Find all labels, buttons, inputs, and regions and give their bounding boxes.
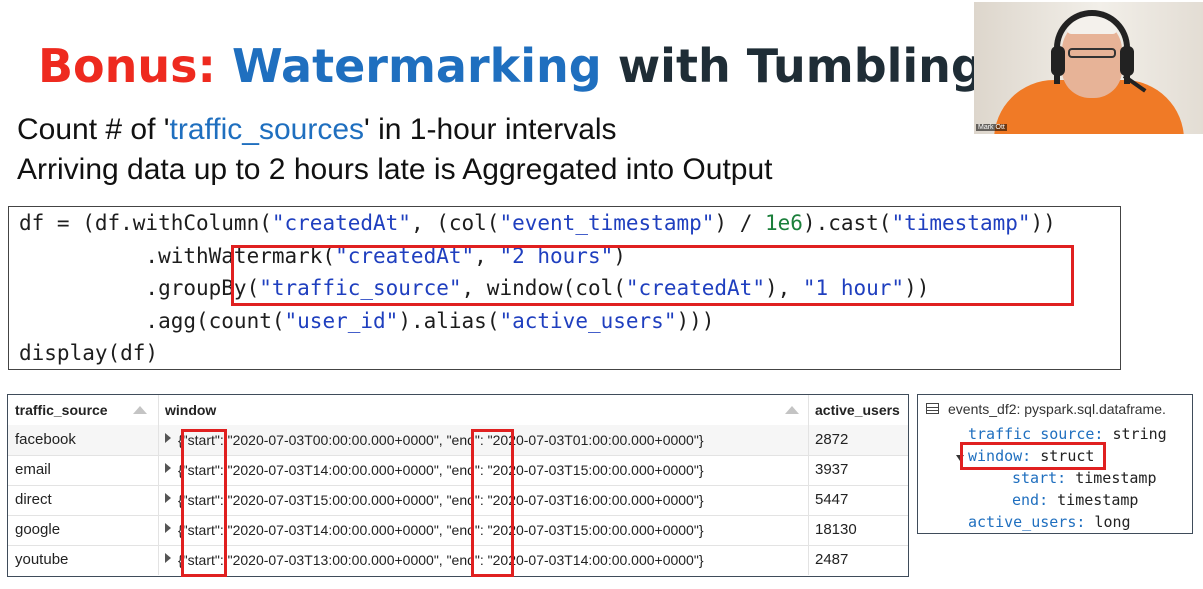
headset-left-ear bbox=[1051, 46, 1065, 76]
headset-right-ear bbox=[1120, 46, 1134, 76]
cell-traffic-source: google bbox=[8, 515, 159, 545]
schema-field-end: end: timestamp bbox=[1012, 491, 1139, 509]
cell-traffic-source: facebook bbox=[8, 425, 159, 455]
subtitle-count-key: traffic_sources bbox=[169, 113, 365, 146]
table-header-row: traffic_source window active_users bbox=[8, 395, 908, 426]
watermark-highlight-box bbox=[231, 245, 1074, 306]
table-row: youtube {"start": "2020-07-03T13:00:00.0… bbox=[8, 545, 908, 575]
subtitle-count-post: ' in 1-hour intervals bbox=[364, 113, 617, 146]
slide-title: Bonus: Watermarking with Tumbling W bbox=[38, 38, 1051, 94]
cell-active-users: 3937 bbox=[815, 461, 849, 478]
window-value: {"start": "2020-07-03T13:00:00.000+0000"… bbox=[178, 552, 704, 568]
dataframe-icon bbox=[926, 403, 939, 414]
start-key-highlight-box bbox=[181, 429, 227, 577]
expand-icon[interactable] bbox=[165, 493, 171, 503]
expand-icon[interactable] bbox=[165, 463, 171, 473]
cell-active-users: 5447 bbox=[815, 491, 849, 508]
window-value: {"start": "2020-07-03T15:00:00.000+0000"… bbox=[178, 492, 704, 508]
end-key-highlight-box bbox=[471, 429, 514, 577]
schema-field-traffic-source: traffic_source: string bbox=[968, 425, 1167, 443]
code-line-5: display(df) bbox=[19, 341, 159, 365]
column-header-traffic-source[interactable]: traffic_source bbox=[8, 395, 159, 425]
struct-highlight-box bbox=[960, 442, 1106, 470]
schema-field-active-users: active_users: long bbox=[968, 513, 1131, 531]
cell-traffic-source: email bbox=[8, 455, 159, 485]
cell-active-users: 18130 bbox=[815, 521, 857, 538]
schema-title[interactable]: events_df2: pyspark.sql.dataframe. bbox=[948, 401, 1166, 417]
webcam-name-label: Mark Ott bbox=[976, 124, 1007, 131]
window-value: {"start": "2020-07-03T14:00:00.000+0000"… bbox=[178, 522, 704, 538]
table-row: google {"start": "2020-07-03T14:00:00.00… bbox=[8, 515, 908, 546]
subtitle-late-data: Arriving data up to 2 hours late is Aggr… bbox=[17, 153, 773, 186]
table-row: direct {"start": "2020-07-03T15:00:00.00… bbox=[8, 485, 908, 516]
cell-traffic-source: direct bbox=[8, 485, 159, 515]
sort-icon[interactable] bbox=[133, 406, 147, 414]
cell-active-users: 2487 bbox=[815, 551, 849, 568]
header-traffic-source-label: traffic_source bbox=[15, 402, 108, 418]
title-watermarking: Watermarking bbox=[231, 39, 602, 93]
column-header-window[interactable]: window bbox=[159, 395, 809, 425]
schema-field-start: start: timestamp bbox=[1012, 469, 1157, 487]
title-bonus: Bonus: bbox=[38, 39, 216, 93]
headset-icon bbox=[1054, 10, 1130, 84]
cell-active-users: 2872 bbox=[815, 431, 849, 448]
column-header-active-users[interactable]: active_users bbox=[809, 395, 908, 425]
window-value: {"start": "2020-07-03T14:00:00.000+0000"… bbox=[178, 462, 704, 478]
sort-icon[interactable] bbox=[785, 406, 799, 414]
subtitle-count-pre: Count # of ' bbox=[17, 113, 170, 146]
header-window-label: window bbox=[165, 402, 217, 418]
table-row: email {"start": "2020-07-03T14:00:00.000… bbox=[8, 455, 908, 486]
table-row: facebook {"start": "2020-07-03T00:00:00.… bbox=[8, 425, 908, 456]
expand-icon[interactable] bbox=[165, 553, 171, 563]
code-line-4: .agg(count("user_id").alias("active_user… bbox=[19, 309, 715, 333]
expand-icon[interactable] bbox=[165, 523, 171, 533]
cell-traffic-source: youtube bbox=[8, 545, 159, 575]
window-value: {"start": "2020-07-03T00:00:00.000+0000"… bbox=[178, 432, 704, 448]
expand-icon[interactable] bbox=[165, 433, 171, 443]
subtitle-count: Count # of 'traffic_sources' in 1-hour i… bbox=[17, 112, 617, 148]
code-line-1: df = (df.withColumn("createdAt", (col("e… bbox=[19, 211, 1056, 235]
results-table[interactable]: traffic_source window active_users faceb… bbox=[7, 394, 909, 577]
presenter-webcam: Mark Ott bbox=[974, 2, 1203, 134]
